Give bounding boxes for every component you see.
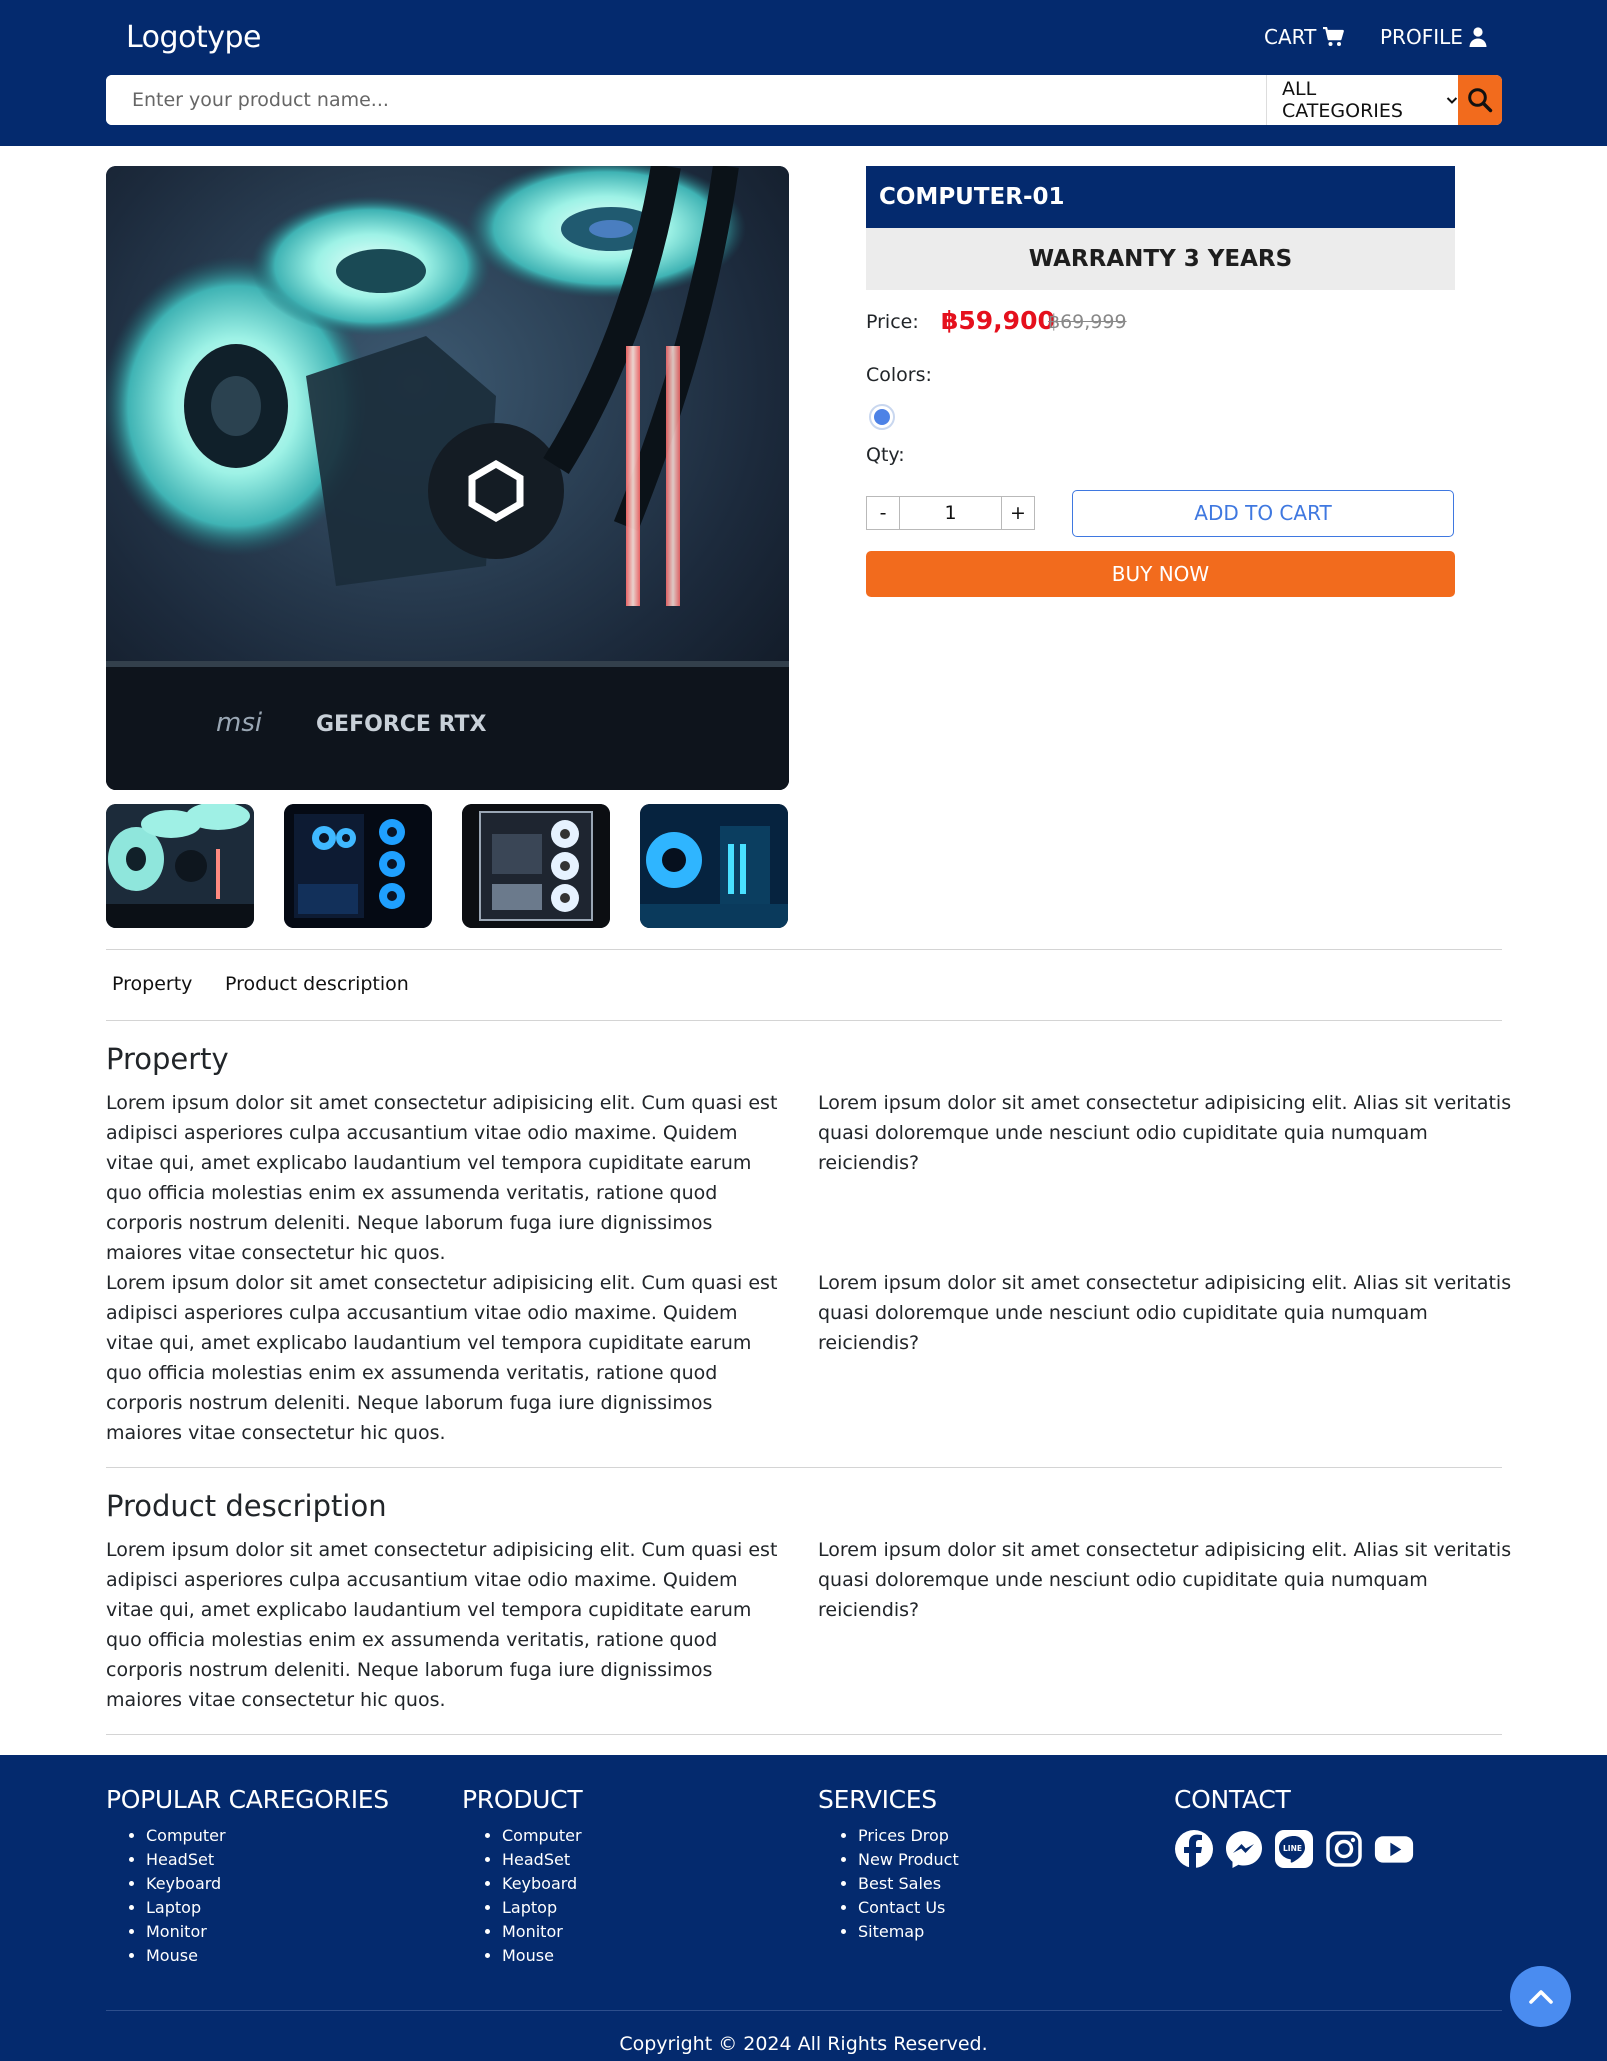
original-price: ฿69,999 [1048, 311, 1127, 333]
current-price: ฿59,900 [941, 306, 1055, 335]
footer-link[interactable]: HeadSet [146, 1848, 389, 1872]
chevron-down-icon [1446, 97, 1458, 104]
search-button[interactable] [1458, 75, 1502, 125]
svg-text:msi: msi [216, 708, 263, 738]
property-text-left-2: Lorem ipsum dolor sit amet consectetur a… [106, 1272, 778, 1444]
qty-input[interactable] [900, 496, 1001, 530]
thumbnail-3[interactable] [462, 804, 610, 928]
footer-link[interactable]: Mouse [502, 1944, 582, 1968]
footer-link[interactable]: Best Sales [858, 1872, 959, 1896]
cart-label: CART [1264, 25, 1317, 49]
footer-heading: CONTACT [1174, 1785, 1291, 1814]
footer-heading: SERVICES [818, 1785, 937, 1814]
qty-increase-button[interactable]: + [1001, 496, 1035, 530]
description-text-right: Lorem ipsum dolor sit amet consectetur a… [818, 1539, 1512, 1621]
add-to-cart-button[interactable]: ADD TO CART [1072, 490, 1454, 537]
footer-link[interactable]: New Product [858, 1848, 959, 1872]
tab-property[interactable]: Property [112, 973, 192, 995]
line-icon-text: LINE [1283, 1844, 1302, 1853]
footer-link[interactable]: Monitor [502, 1920, 582, 1944]
copyright-text: Copyright © 2024 All Rights Reserved. [619, 2033, 988, 2055]
footer-link[interactable]: Laptop [146, 1896, 389, 1920]
instagram-icon[interactable] [1324, 1829, 1364, 1869]
color-option-blue[interactable] [869, 404, 895, 430]
divider [106, 1467, 1502, 1468]
profile-label: PROFILE [1380, 25, 1463, 49]
footer-link[interactable]: HeadSet [502, 1848, 582, 1872]
description-heading: Product description [106, 1489, 387, 1523]
divider [106, 1734, 1502, 1735]
footer-services: SERVICES Prices Drop New Product Best Sa… [818, 1785, 959, 1944]
category-label: ALL CATEGORIES [1282, 78, 1403, 122]
footer-heading: PRODUCT [462, 1785, 583, 1814]
thumbnail-4[interactable] [640, 804, 788, 928]
line-icon[interactable]: LINE [1274, 1829, 1314, 1869]
logo[interactable]: Logotype [126, 20, 261, 55]
user-icon [1469, 27, 1487, 47]
property-text-left-1: Lorem ipsum dolor sit amet consectetur a… [106, 1092, 778, 1264]
thumbnail-image [284, 804, 432, 928]
back-to-top-button[interactable] [1510, 1966, 1571, 2027]
footer-popular-categories: POPULAR CAREGORIES Computer HeadSet Keyb… [106, 1785, 389, 1968]
footer-link[interactable]: Contact Us [858, 1896, 959, 1920]
search-bar: ALL CATEGORIES [106, 75, 1502, 125]
thumbnail-image [640, 804, 788, 928]
facebook-icon[interactable] [1174, 1829, 1214, 1869]
warranty-banner: WARRANTY 3 YEARS [866, 228, 1455, 290]
footer-contact: CONTACT LINE [1174, 1785, 1414, 1869]
youtube-icon[interactable] [1374, 1829, 1414, 1869]
cart-icon [1323, 27, 1345, 46]
cart-link[interactable]: CART [1264, 25, 1345, 49]
thumbnail-1[interactable] [106, 804, 254, 928]
price-label: Price: [866, 311, 919, 333]
svg-text:GEFORCE RTX: GEFORCE RTX [316, 712, 487, 737]
footer-divider [106, 2010, 1502, 2011]
divider [106, 949, 1502, 950]
footer-link[interactable]: Computer [502, 1824, 582, 1848]
footer-link[interactable]: Laptop [502, 1896, 582, 1920]
footer-heading: POPULAR CAREGORIES [106, 1785, 389, 1814]
search-icon [1468, 88, 1493, 113]
footer-link[interactable]: Mouse [146, 1944, 389, 1968]
product-main-image: msi GEFORCE RTX [106, 166, 789, 790]
product-title: COMPUTER-01 [866, 166, 1455, 228]
qty-decrease-button[interactable]: - [866, 496, 900, 530]
footer-link[interactable]: Computer [146, 1824, 389, 1848]
qty-label: Qty: [866, 444, 905, 466]
thumbnail-image [106, 804, 254, 928]
category-select[interactable]: ALL CATEGORIES [1266, 75, 1458, 125]
footer-link[interactable]: Monitor [146, 1920, 389, 1944]
divider [106, 1020, 1502, 1021]
property-text-right-1: Lorem ipsum dolor sit amet consectetur a… [818, 1092, 1512, 1174]
footer-product: PRODUCT Computer HeadSet Keyboard Laptop… [462, 1785, 583, 1968]
site-footer: POPULAR CAREGORIES Computer HeadSet Keyb… [0, 1755, 1607, 2061]
profile-link[interactable]: PROFILE [1380, 25, 1487, 49]
pc-interior-image: msi GEFORCE RTX [106, 166, 789, 790]
buy-now-button[interactable]: BUY NOW [866, 551, 1455, 597]
chevron-up-icon [1528, 1989, 1553, 2004]
footer-link[interactable]: Prices Drop [858, 1824, 959, 1848]
search-input[interactable] [106, 75, 1266, 125]
tab-product-description[interactable]: Product description [225, 973, 409, 995]
property-heading: Property [106, 1042, 229, 1076]
footer-link[interactable]: Keyboard [146, 1872, 389, 1896]
footer-link[interactable]: Sitemap [858, 1920, 959, 1944]
thumbnail-image [462, 804, 610, 928]
property-text-right-2: Lorem ipsum dolor sit amet consectetur a… [818, 1272, 1512, 1354]
colors-label: Colors: [866, 364, 932, 386]
site-header: Logotype CART PROFILE ALL CATEGORIES [0, 0, 1607, 146]
messenger-icon[interactable] [1224, 1829, 1264, 1869]
footer-link[interactable]: Keyboard [502, 1872, 582, 1896]
description-text-left: Lorem ipsum dolor sit amet consectetur a… [106, 1539, 778, 1711]
thumbnail-2[interactable] [284, 804, 432, 928]
